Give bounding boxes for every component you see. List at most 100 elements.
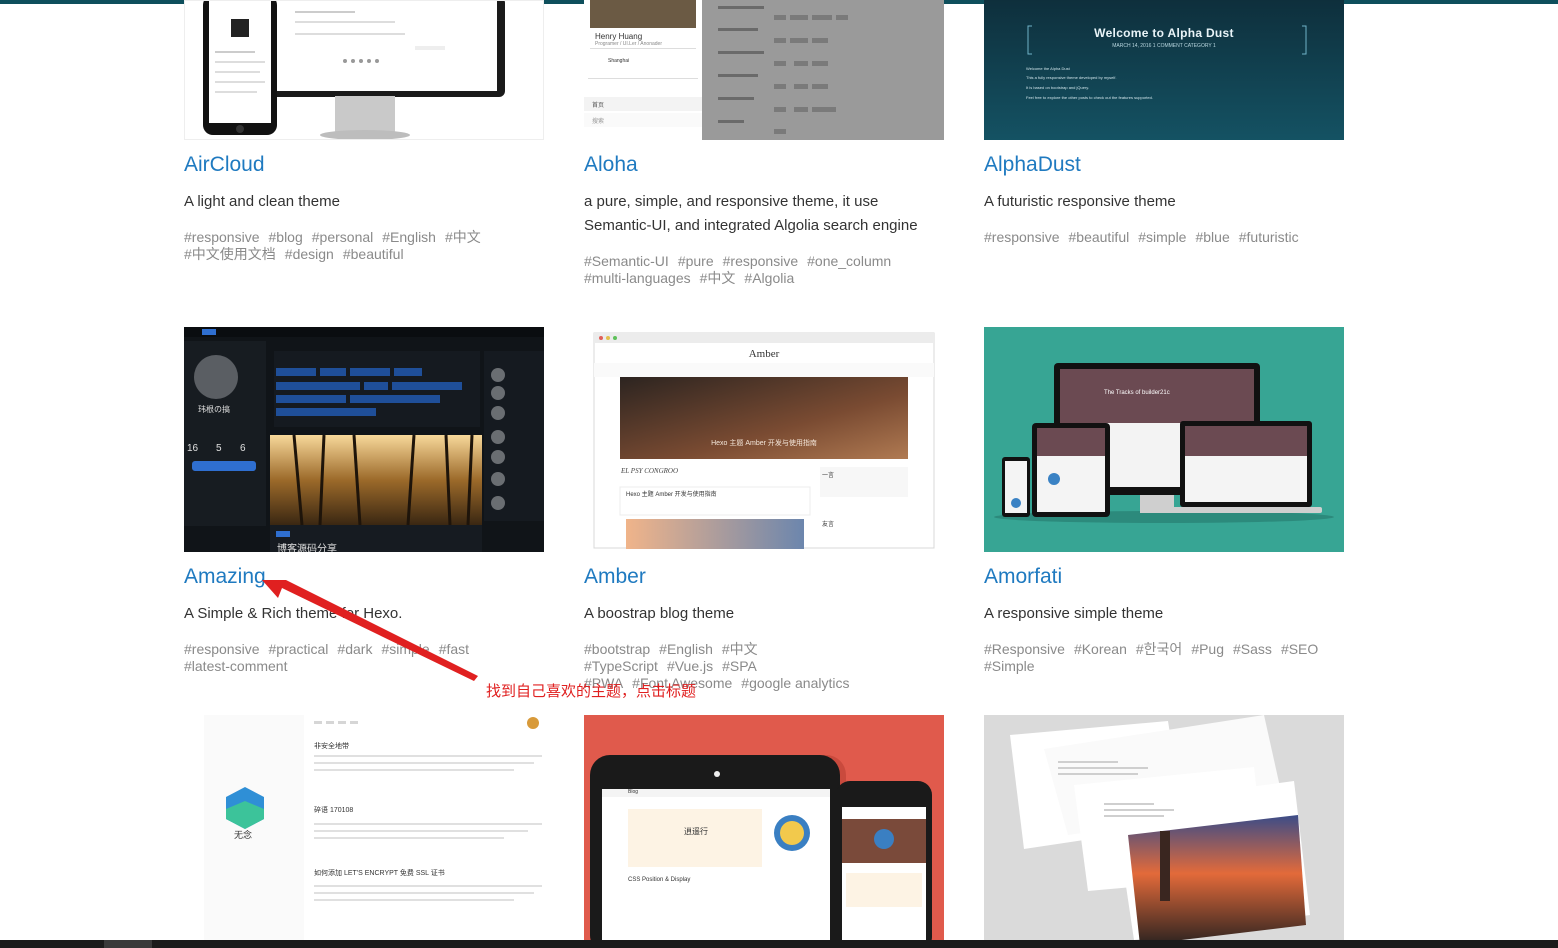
amorfati-thumbnail[interactable]: The Tracks of builder21c bbox=[984, 327, 1344, 552]
alphadust-heading: Welcome to Alpha Dust bbox=[1094, 26, 1234, 40]
tag[interactable]: #beautiful bbox=[343, 246, 404, 262]
tag[interactable]: #multi-languages bbox=[584, 270, 691, 286]
anisina-post-title-2: CSS Position & Display bbox=[628, 877, 691, 883]
tag[interactable]: #English bbox=[659, 641, 713, 657]
wunian-post-title-1: 非安全地带 bbox=[314, 743, 349, 750]
anisina-thumbnail[interactable]: Blog 逍遥行 CSS Position & Display bbox=[584, 715, 944, 940]
theme-title-aloha[interactable]: Aloha bbox=[584, 153, 638, 177]
annotation-note: 找到自己喜欢的主题，点击标题 bbox=[486, 683, 697, 700]
wunian-site-name: 无念 bbox=[234, 830, 253, 840]
tag[interactable]: #TypeScript bbox=[584, 658, 658, 674]
theme-tags-amorfati: #Responsive #Korean #한국어 #Pug #Sass #SEO #Sim… bbox=[984, 641, 1344, 675]
tag[interactable]: #English bbox=[382, 229, 436, 245]
paper-theme-thumbnail[interactable] bbox=[984, 715, 1344, 940]
tag[interactable]: #中文 bbox=[722, 641, 758, 657]
theme-desc-amazing: A Simple & Rich theme for Hexo. bbox=[184, 605, 403, 622]
amazing-post-title: 博客源码分享 bbox=[277, 544, 337, 552]
amber-logo: Amber bbox=[748, 348, 780, 360]
amber-friends-title: 友言 bbox=[822, 522, 835, 528]
alphadust-line-4: Feel free to explore the other posts to … bbox=[1026, 95, 1153, 100]
tag[interactable]: #Sass bbox=[1233, 641, 1272, 657]
alphadust-line-1: Welcome the Alpha Dust bbox=[1026, 66, 1070, 71]
alphadust-thumbnail[interactable]: Welcome to Alpha Dust MARCH 14, 2016 1 C… bbox=[984, 0, 1344, 140]
wunian-thumbnail[interactable]: 无念 非安全地带 碎语 170108 如何添加 LET'S ENCRYPT 免费… bbox=[184, 715, 544, 940]
tag[interactable]: #responsive bbox=[184, 641, 260, 657]
tag[interactable]: #中文 bbox=[700, 270, 736, 286]
tag[interactable]: #SPA bbox=[722, 658, 757, 674]
tag[interactable]: #中文 bbox=[445, 229, 481, 245]
wunian-post-title-3: 如何添加 LET'S ENCRYPT 免费 SSL 证书 bbox=[314, 870, 445, 877]
theme-title-amorfati[interactable]: Amorfati bbox=[984, 565, 1062, 589]
theme-title-amber[interactable]: Amber bbox=[584, 565, 646, 589]
tag[interactable]: #simple bbox=[1138, 229, 1186, 245]
horizontal-scrollbar[interactable] bbox=[0, 940, 1558, 948]
tag[interactable]: #Semantic-UI bbox=[584, 253, 669, 269]
amazing-preview-image bbox=[184, 327, 544, 552]
amber-side-title: 一言 bbox=[822, 473, 835, 479]
theme-tags-aloha: #Semantic-UI #pure #responsive #one_column … bbox=[584, 253, 944, 287]
tag[interactable]: #fast bbox=[439, 641, 469, 657]
paper-theme-preview-image bbox=[984, 715, 1344, 940]
theme-desc-aircloud: A light and clean theme bbox=[184, 193, 340, 210]
theme-title-amazing[interactable]: Amazing bbox=[184, 565, 266, 589]
amazing-stat-tags: 6 bbox=[240, 443, 246, 454]
tag[interactable]: #blue bbox=[1195, 229, 1229, 245]
tag[interactable]: #futuristic bbox=[1239, 229, 1299, 245]
amorfati-banner-text: The Tracks of builder21c bbox=[1104, 390, 1170, 396]
tag[interactable]: #Korean bbox=[1074, 641, 1127, 657]
aircloud-thumbnail[interactable] bbox=[184, 0, 544, 140]
theme-desc-amorfati: A responsive simple theme bbox=[984, 605, 1164, 622]
tag[interactable]: #one_column bbox=[807, 253, 891, 269]
tag[interactable]: #design bbox=[285, 246, 334, 262]
tag[interactable]: #practical bbox=[269, 641, 329, 657]
tag[interactable]: #google analytics bbox=[741, 675, 849, 691]
tag[interactable]: #beautiful bbox=[1069, 229, 1130, 245]
tag[interactable]: #personal bbox=[312, 229, 374, 245]
wunian-post-title-2: 碎语 170108 bbox=[314, 807, 354, 814]
tag[interactable]: #Vue.js bbox=[667, 658, 713, 674]
tag[interactable]: #bootstrap bbox=[584, 641, 650, 657]
amazing-stat-posts: 16 bbox=[187, 443, 199, 454]
aloha-search: 搜索 bbox=[592, 119, 605, 125]
amorfati-preview-image bbox=[984, 327, 1344, 552]
amber-motto: EL PSY CONGROO bbox=[621, 467, 679, 475]
alphadust-line-2: This a fully responsive theme developed … bbox=[1026, 75, 1117, 80]
tag[interactable]: #Pug bbox=[1191, 641, 1224, 657]
amber-slide-caption: Hexo 主题 Amber 开发与使用指南 bbox=[711, 440, 817, 447]
tag[interactable]: #Responsive bbox=[984, 641, 1065, 657]
tag[interactable]: #SEO bbox=[1281, 641, 1318, 657]
tag[interactable]: #blog bbox=[269, 229, 303, 245]
scrollbar-thumb[interactable] bbox=[104, 940, 152, 948]
amber-post-title: Hexo 主题 Amber 开发与使用指南 bbox=[626, 492, 717, 498]
aircloud-preview-image bbox=[185, 1, 543, 139]
amazing-stat-categories: 5 bbox=[216, 443, 222, 454]
theme-desc-alphadust: A futuristic responsive theme bbox=[984, 193, 1176, 210]
alphadust-line-3: It is based on bootstrap and jQuery. bbox=[1026, 85, 1090, 90]
amazing-thumbnail[interactable]: 玮根の搞 16 5 6 博客源码分享 bbox=[184, 327, 544, 552]
amber-thumbnail[interactable]: Amber Hexo 主题 Amber 开发与使用指南 EL PSY CONGR… bbox=[584, 327, 944, 552]
theme-tags-aircloud: #responsive #blog #personal #English #中文 #中文… bbox=[184, 229, 544, 263]
tag[interactable]: #pure bbox=[678, 253, 714, 269]
aloha-thumbnail[interactable]: Henry Huang Programer / UI.Ler / Anonade… bbox=[584, 0, 944, 140]
theme-title-aircloud[interactable]: AirCloud bbox=[184, 153, 265, 177]
theme-tags-amazing: #responsive #practical #dark #simple #fast #… bbox=[184, 641, 544, 675]
alphadust-meta: MARCH 14, 2016 1 COMMENT CATEGORY 1 bbox=[1112, 43, 1216, 49]
tag[interactable]: #latest-comment bbox=[184, 658, 287, 674]
aloha-author-role: Programer / UI.Ler / Anonader bbox=[595, 41, 662, 47]
amazing-author-name: 玮根の搞 bbox=[198, 405, 230, 414]
tag[interactable]: #中文使用文档 bbox=[184, 246, 276, 262]
tag[interactable]: #responsive bbox=[723, 253, 799, 269]
theme-title-alphadust[interactable]: AlphaDust bbox=[984, 153, 1081, 177]
tag[interactable]: #한국어 bbox=[1136, 641, 1182, 657]
tag[interactable]: #responsive bbox=[184, 229, 260, 245]
tag[interactable]: #simple bbox=[381, 641, 429, 657]
theme-tags-alphadust: #responsive #beautiful #simple #blue #futuri… bbox=[984, 229, 1344, 246]
anisina-post-title: 逍遥行 bbox=[684, 827, 708, 836]
theme-desc-amber: A boostrap blog theme bbox=[584, 605, 735, 622]
anisina-logo: Blog bbox=[628, 789, 639, 795]
tag[interactable]: #dark bbox=[337, 641, 372, 657]
tag[interactable]: #responsive bbox=[984, 229, 1060, 245]
tag[interactable]: #Algolia bbox=[744, 270, 794, 286]
anisina-preview-image bbox=[584, 715, 944, 940]
tag[interactable]: #Simple bbox=[984, 658, 1035, 674]
